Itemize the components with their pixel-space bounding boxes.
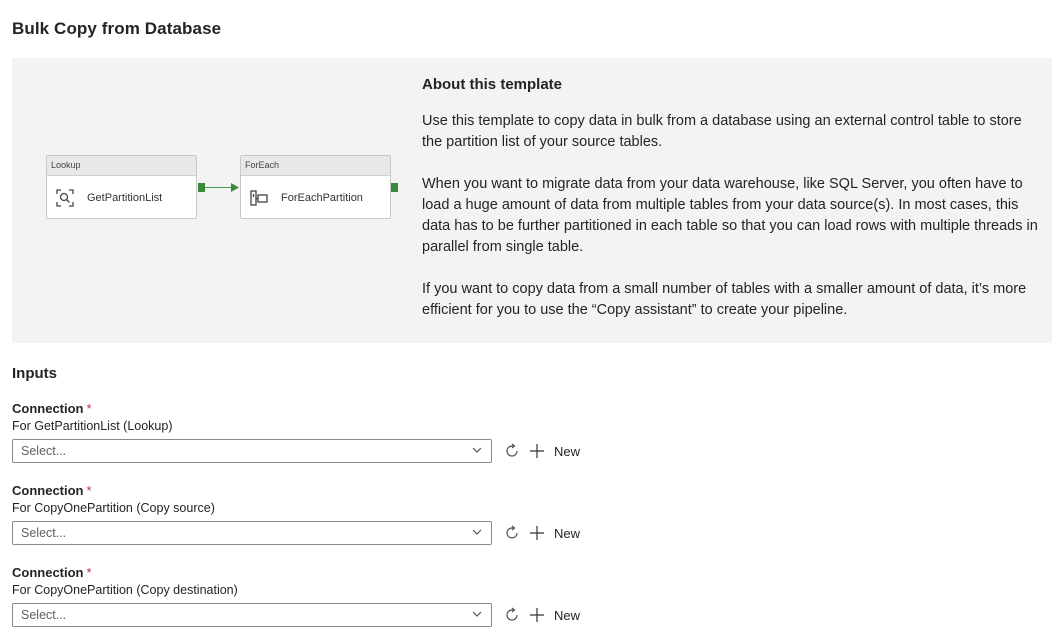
- about-section: About this template Use this template to…: [422, 76, 1042, 342]
- refresh-icon: [506, 443, 518, 457]
- required-marker: *: [86, 401, 92, 416]
- arrowhead-icon: [231, 183, 239, 192]
- lookup-icon: [55, 188, 75, 208]
- new-button-label: New: [554, 525, 581, 541]
- required-marker: *: [86, 483, 92, 498]
- output-handle[interactable]: [198, 183, 205, 192]
- output-handle[interactable]: [391, 183, 398, 192]
- select-placeholder: Select...: [21, 526, 67, 540]
- about-title: About this template: [422, 76, 563, 93]
- select-placeholder: Select...: [21, 444, 67, 458]
- connection-select[interactable]: Select...: [12, 521, 492, 545]
- connection-group-lookup: Connection * For GetPartitionList (Lookup…: [12, 401, 652, 463]
- connection-label: Connection: [12, 483, 84, 498]
- about-paragraph: When you want to migrate data from your …: [422, 176, 1038, 255]
- new-button-label: New: [554, 443, 581, 459]
- required-marker: *: [86, 565, 92, 580]
- new-connection-button[interactable]: New: [530, 526, 580, 541]
- connection-label: Connection: [12, 565, 84, 580]
- new-connection-button[interactable]: New: [530, 608, 580, 623]
- chevron-down-icon: [471, 444, 483, 459]
- connection-sublabel: For CopyOnePartition (Copy destination): [12, 583, 238, 597]
- plus-icon: [530, 526, 544, 540]
- new-connection-button[interactable]: New: [530, 444, 580, 459]
- activity-get-partition-list[interactable]: Lookup GetPartitionList: [46, 155, 197, 219]
- plus-icon: [530, 608, 544, 622]
- activity-name: GetPartitionList: [87, 192, 163, 204]
- activity-type-label: Lookup: [47, 156, 196, 176]
- about-paragraph: If you want to copy data from a small nu…: [422, 281, 1027, 318]
- chevron-down-icon: [471, 526, 483, 541]
- connection-group-copy-source: Connection * For CopyOnePartition (Copy s…: [12, 483, 652, 545]
- activity-for-each-partition[interactable]: ForEach ForEachPartition: [240, 155, 391, 219]
- refresh-button[interactable]: [502, 441, 522, 461]
- inputs-heading: Inputs: [12, 365, 57, 382]
- refresh-button[interactable]: [502, 523, 522, 543]
- refresh-icon: [506, 607, 518, 621]
- refresh-icon: [506, 525, 518, 539]
- plus-icon: [530, 444, 544, 458]
- chevron-down-icon: [471, 608, 483, 623]
- activity-name: ForEachPartition: [281, 192, 363, 204]
- connection-sublabel: For GetPartitionList (Lookup): [12, 419, 173, 433]
- connection-label: Connection: [12, 401, 84, 416]
- new-button-label: New: [554, 607, 581, 623]
- foreach-icon: [249, 188, 269, 208]
- about-paragraph: Use this template to copy data in bulk f…: [422, 113, 1022, 150]
- connection-select[interactable]: Select...: [12, 439, 492, 463]
- activity-type-label: ForEach: [241, 156, 390, 176]
- select-placeholder: Select...: [21, 608, 67, 622]
- refresh-button[interactable]: [502, 605, 522, 625]
- connection-sublabel: For CopyOnePartition (Copy source): [12, 501, 215, 515]
- page-title: Bulk Copy from Database: [12, 19, 222, 38]
- dependency-connector: [205, 187, 234, 188]
- connection-group-copy-destination: Connection * For CopyOnePartition (Copy d…: [12, 565, 652, 627]
- connection-select[interactable]: Select...: [12, 603, 492, 627]
